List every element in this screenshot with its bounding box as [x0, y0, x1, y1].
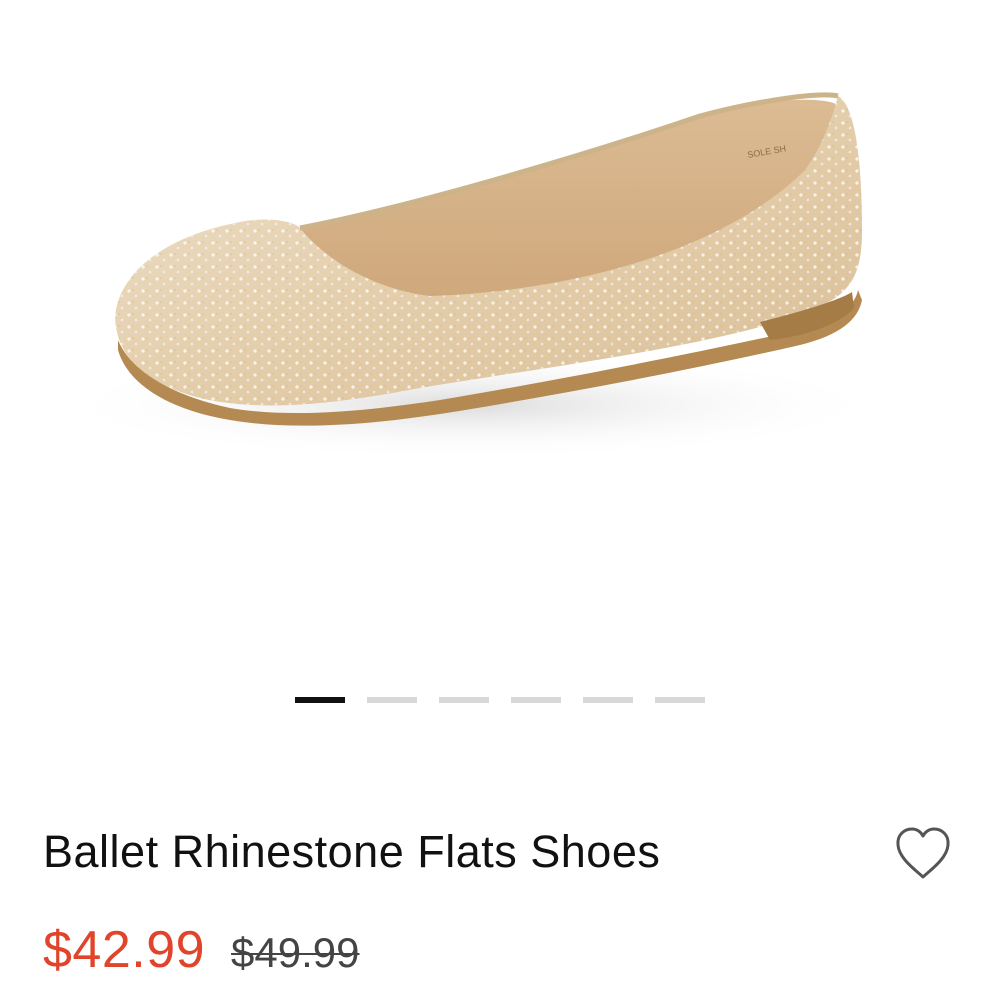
wishlist-button[interactable]: [893, 825, 953, 883]
carousel-dot[interactable]: [294, 697, 345, 703]
carousel-dot[interactable]: [510, 697, 561, 703]
sale-price: $42.99: [43, 921, 206, 979]
carousel-dot[interactable]: [582, 697, 633, 703]
carousel-dot[interactable]: [654, 697, 705, 703]
product-image-area[interactable]: SOLE SH: [0, 0, 999, 640]
carousel-dot[interactable]: [366, 697, 417, 703]
carousel-dot[interactable]: [438, 697, 489, 703]
image-carousel-indicator: [0, 697, 999, 705]
heart-outline-icon: [896, 827, 950, 879]
product-title: Ballet Rhinestone Flats Shoes: [43, 826, 661, 877]
product-image[interactable]: SOLE SH: [0, 0, 999, 640]
original-price: $49.99: [231, 929, 360, 976]
price-row: $42.99 $49.99: [43, 920, 360, 980]
